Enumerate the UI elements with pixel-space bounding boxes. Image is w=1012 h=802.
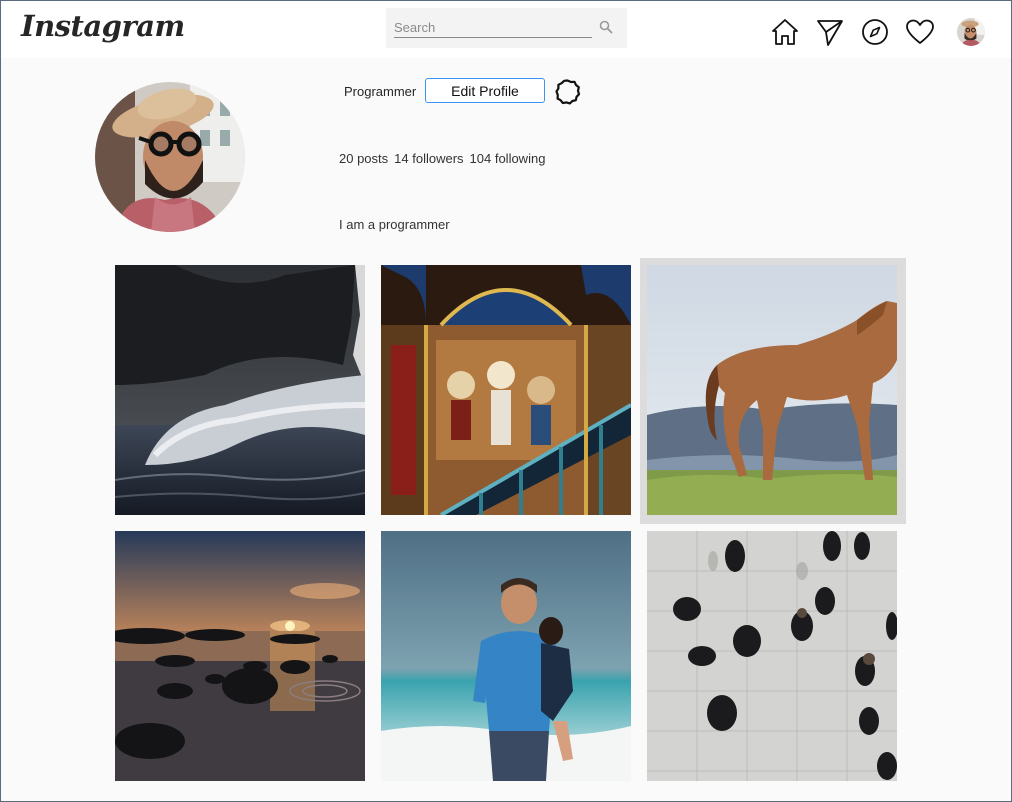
nav-profile-avatar[interactable] <box>957 18 985 46</box>
top-nav-bar: Instagram <box>1 1 1011 58</box>
profile-picture[interactable] <box>95 82 245 232</box>
instagram-window: Instagram Search Programmer Edit Profile… <box>0 0 1012 802</box>
search-input[interactable] <box>394 17 592 38</box>
search-icon[interactable] <box>599 20 613 34</box>
post-thumbnail-wave[interactable] <box>115 265 365 515</box>
profile-bio: I am a programmer <box>339 217 450 232</box>
profile-username: Programmer <box>344 84 417 99</box>
following-count[interactable]: 104 following <box>470 151 546 166</box>
home-icon[interactable] <box>770 17 800 47</box>
direct-message-icon[interactable] <box>815 17 845 47</box>
post-thumbnail-horse[interactable] <box>647 265 897 515</box>
edit-profile-button[interactable]: Edit Profile <box>425 78 545 103</box>
explore-compass-icon[interactable] <box>860 17 890 47</box>
post-thumbnail-crowd[interactable] <box>647 531 897 781</box>
search-box <box>386 8 627 48</box>
instagram-logo[interactable]: Instagram <box>21 9 185 43</box>
post-thumbnail-father-child[interactable] <box>381 531 631 781</box>
followers-count[interactable]: 14 followers <box>394 151 463 166</box>
profile-stats: 20 posts 14 followers 104 following <box>339 151 551 166</box>
activity-heart-icon[interactable] <box>905 17 935 47</box>
posts-count: 20 posts <box>339 151 389 166</box>
settings-gear-icon[interactable] <box>554 78 581 105</box>
post-thumbnail-sunset[interactable] <box>115 531 365 781</box>
post-thumbnail-cathedral[interactable] <box>381 265 631 515</box>
